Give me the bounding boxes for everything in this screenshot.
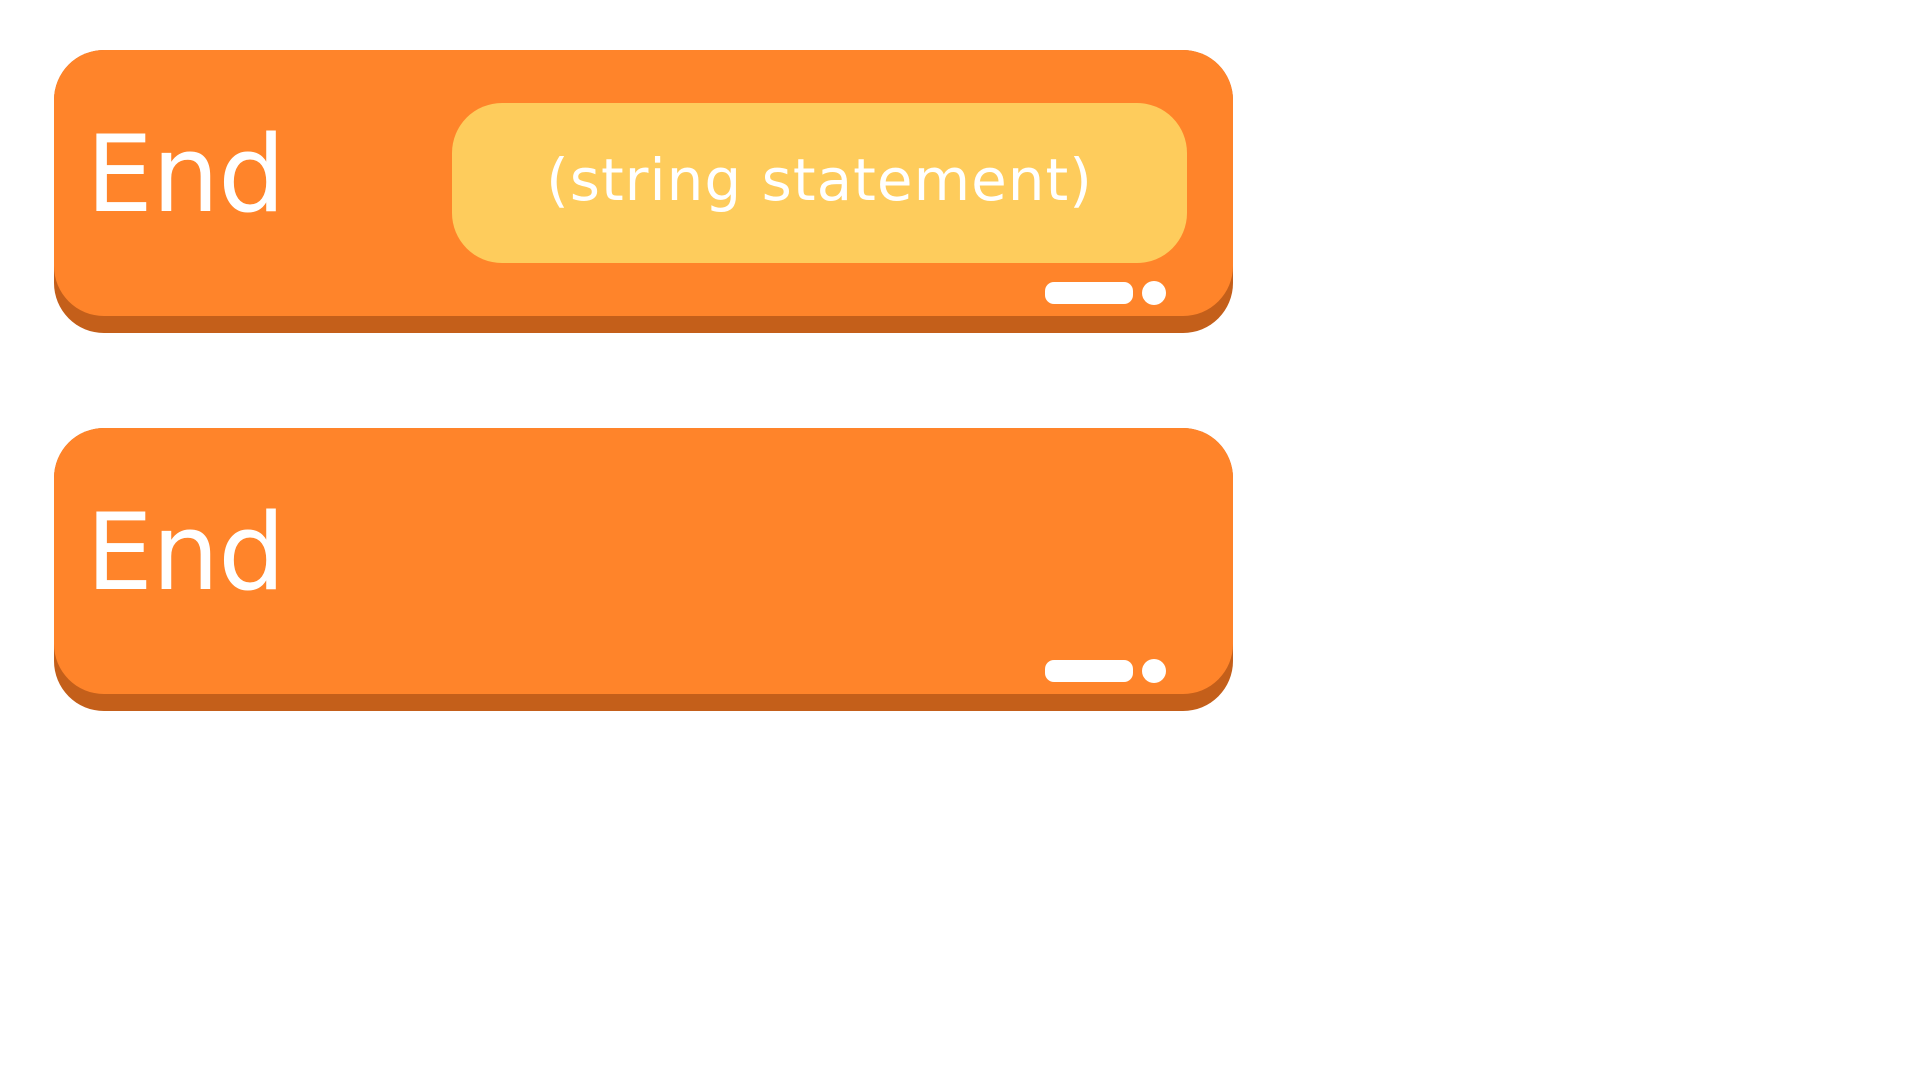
drag-handle-dot bbox=[1142, 281, 1166, 305]
end-block-with-input[interactable]: End (string statement) bbox=[54, 50, 1233, 333]
string-statement-input-text: (string statement) bbox=[546, 146, 1093, 214]
drag-handle-dot bbox=[1142, 659, 1166, 683]
end-block-face: End (string statement) bbox=[54, 50, 1233, 316]
drag-handle-icon[interactable] bbox=[1045, 280, 1167, 306]
end-block[interactable]: End bbox=[54, 428, 1233, 711]
drag-handle-bar bbox=[1045, 660, 1133, 682]
drag-handle-icon[interactable] bbox=[1045, 658, 1167, 684]
end-block-face: End bbox=[54, 428, 1233, 694]
end-block-label: End bbox=[86, 113, 285, 236]
end-block-label: End bbox=[86, 491, 285, 614]
string-statement-input[interactable]: (string statement) bbox=[452, 103, 1187, 263]
drag-handle-bar bbox=[1045, 282, 1133, 304]
